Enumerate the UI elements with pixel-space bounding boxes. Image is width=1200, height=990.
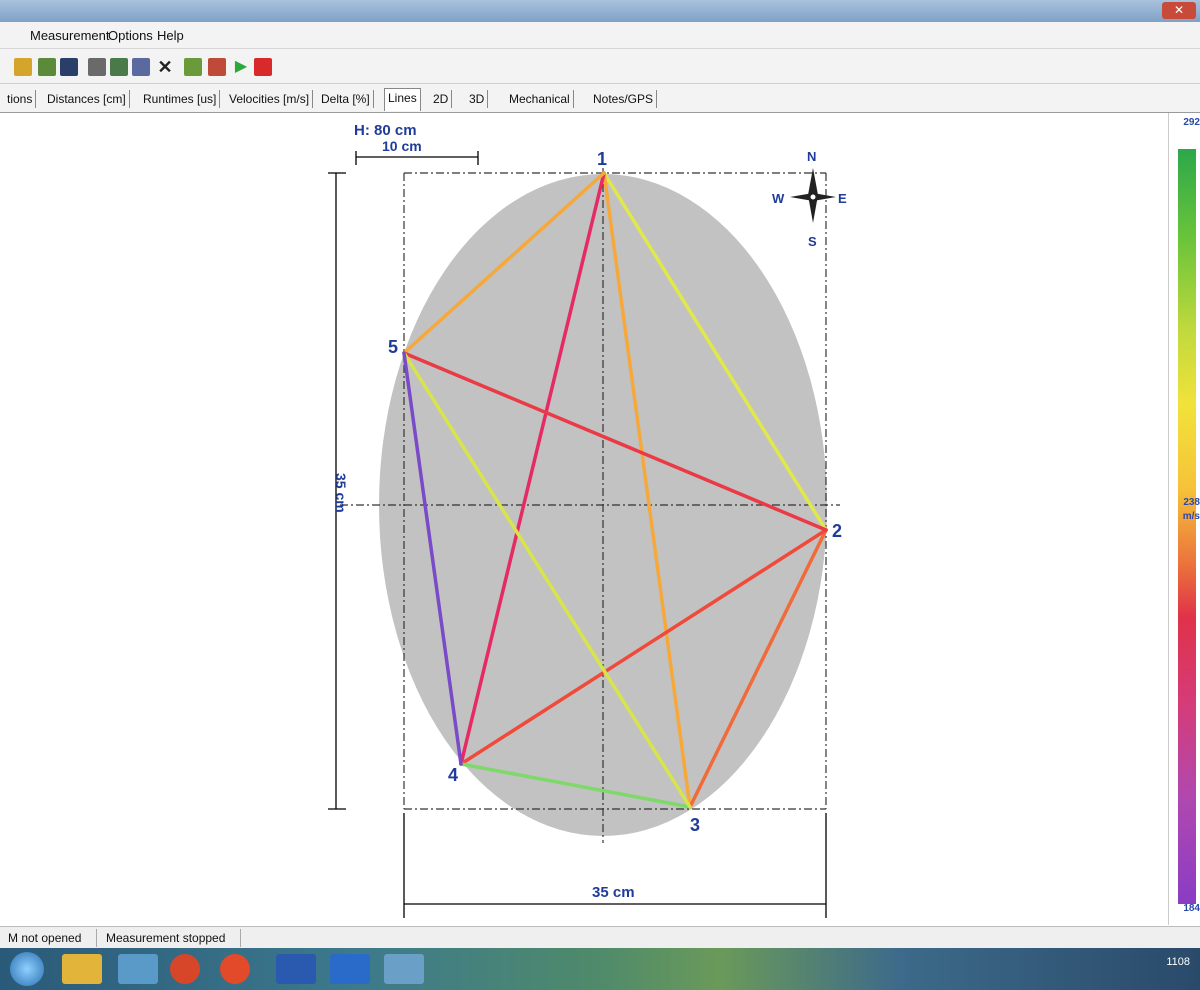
tab-velocities[interactable]: Velocities [m/s] xyxy=(226,90,314,108)
taskbar-word-icon[interactable] xyxy=(330,954,370,984)
scale-max-label: 292 xyxy=(1183,117,1200,128)
tab-2d[interactable]: 2D xyxy=(430,90,453,108)
status-measurement: Measurement stopped xyxy=(106,931,226,945)
menu-help[interactable]: Help xyxy=(157,28,184,43)
height-label: H: 80 cm xyxy=(354,122,417,139)
scale-mid-label: 238 xyxy=(1183,497,1200,508)
compass-north: N xyxy=(807,149,816,164)
play-icon[interactable]: ▶ xyxy=(232,58,250,76)
taskbar-chrome-icon[interactable] xyxy=(220,954,250,984)
tab-lines[interactable]: Lines xyxy=(384,88,421,111)
scale-min-label: 184 xyxy=(1183,903,1200,914)
status-separator xyxy=(96,929,97,947)
scale-label: 10 cm xyxy=(382,138,422,154)
sensor-5-label: 5 xyxy=(388,337,398,357)
tomogram-plot: H: 80 cm 10 cm 35 cm 35 cm 1 2 3 4 5 N S… xyxy=(328,122,847,918)
tab-runtimes[interactable]: Runtimes [us] xyxy=(140,90,221,108)
copy-icon[interactable] xyxy=(132,58,150,76)
sensor-2-label: 2 xyxy=(832,521,842,541)
velocity-color-scale: 292 238 m/s 184 xyxy=(1170,113,1200,925)
print-preview-icon[interactable] xyxy=(110,58,128,76)
compass-south: S xyxy=(808,234,817,249)
taskbar-app-icon[interactable] xyxy=(384,954,424,984)
sensor-1-label: 1 xyxy=(597,149,607,169)
color-gradient-bar xyxy=(1178,149,1196,904)
status-separator xyxy=(240,929,241,947)
hammer-icon[interactable] xyxy=(208,58,226,76)
tab-mechanical[interactable]: Mechanical xyxy=(506,90,574,108)
taskbar-explorer-icon[interactable] xyxy=(62,954,102,984)
delete-icon[interactable]: ✕ xyxy=(156,58,174,76)
close-button[interactable]: ✕ xyxy=(1162,2,1196,19)
open-folder-icon[interactable] xyxy=(14,58,32,76)
start-button[interactable] xyxy=(10,952,44,986)
print-icon[interactable] xyxy=(88,58,106,76)
menu-measurement[interactable]: Measurement xyxy=(30,28,109,43)
sensor-icon[interactable] xyxy=(184,58,202,76)
title-bar: ✕ xyxy=(0,0,1200,22)
compass-east: E xyxy=(838,191,847,206)
stop-icon[interactable] xyxy=(254,58,272,76)
compass-west: W xyxy=(772,191,785,206)
toolbar: ✕ ▶ xyxy=(0,49,1200,84)
tab-options[interactable]: tions xyxy=(4,90,37,108)
tab-delta[interactable]: Delta [%] xyxy=(318,90,374,108)
menu-bar: Measurement Options Help xyxy=(0,22,1200,49)
scale-unit-label: m/s xyxy=(1182,511,1200,522)
work-area: H: 80 cm 10 cm 35 cm 35 cm 1 2 3 4 5 N S… xyxy=(0,113,1169,925)
sensor-4-label: 4 xyxy=(448,765,458,785)
taskbar-app-icon[interactable] xyxy=(170,954,200,984)
tab-strip: tions Distances [cm] Runtimes [us] Veloc… xyxy=(0,84,1200,113)
clock[interactable]: 1108 xyxy=(1166,956,1190,968)
tab-notes-gps[interactable]: Notes/GPS xyxy=(590,90,658,108)
status-bar: M not opened Measurement stopped xyxy=(0,926,1200,949)
vertical-dimension-label: 35 cm xyxy=(333,473,349,513)
sensor-3-label: 3 xyxy=(690,815,700,835)
status-file: M not opened xyxy=(8,931,82,945)
horizontal-dimension-label: 35 cm xyxy=(592,884,635,901)
open-file-icon[interactable] xyxy=(38,58,56,76)
save-icon[interactable] xyxy=(60,58,78,76)
tab-3d[interactable]: 3D xyxy=(466,90,489,108)
taskbar-app-icon[interactable] xyxy=(118,954,158,984)
menu-options[interactable]: Options xyxy=(108,28,153,43)
taskbar-app-icon[interactable] xyxy=(276,954,316,984)
tab-distances[interactable]: Distances [cm] xyxy=(44,90,130,108)
compass-icon: N S E W xyxy=(772,149,847,249)
taskbar: 1108 xyxy=(0,948,1200,990)
